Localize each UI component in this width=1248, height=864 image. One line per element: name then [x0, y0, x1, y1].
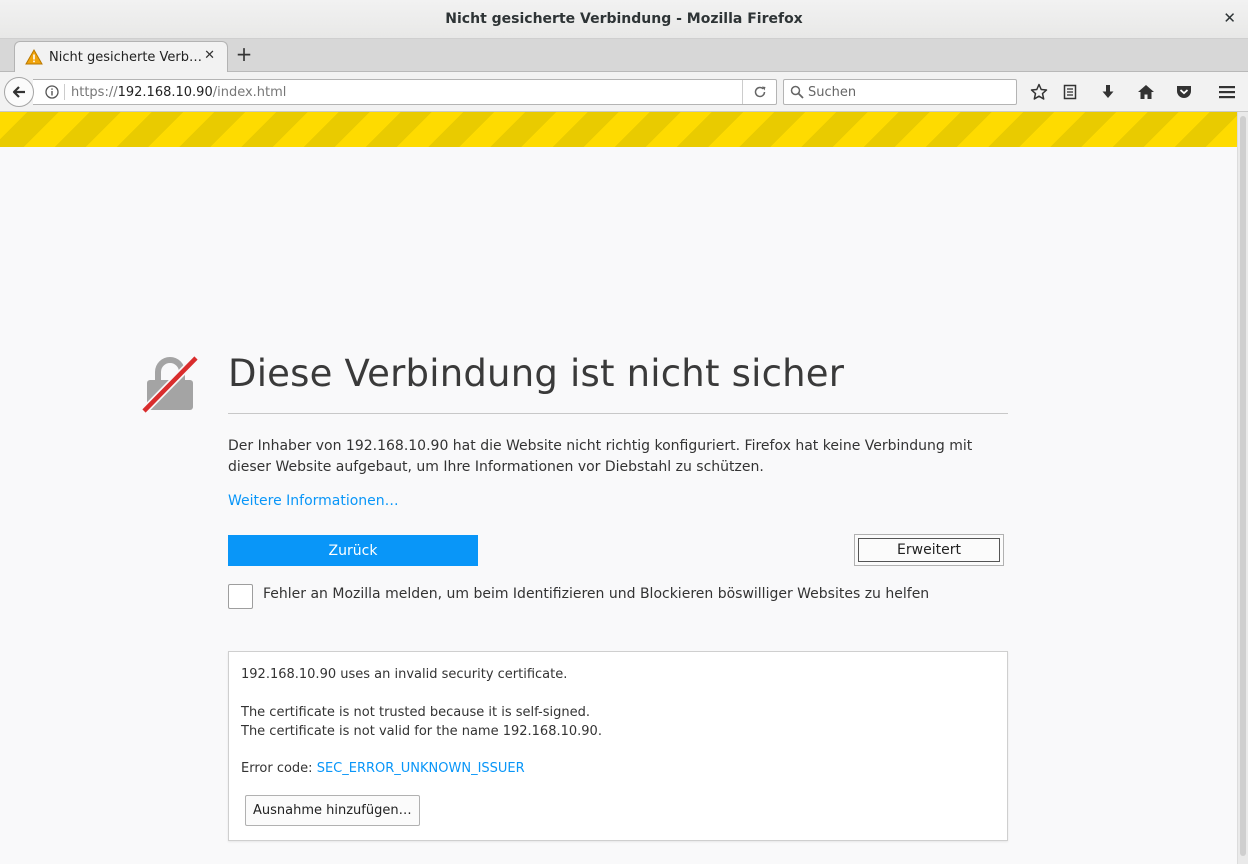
- url-bar[interactable]: https://192.168.10.90/index.html: [33, 79, 777, 105]
- window-titlebar: Nicht gesicherte Verbindung - Mozilla Fi…: [0, 0, 1248, 39]
- details-line-invalid-cert: 192.168.10.90 uses an invalid security c…: [241, 667, 568, 682]
- advanced-details-panel: 192.168.10.90 uses an invalid security c…: [228, 651, 1008, 841]
- report-error-label[interactable]: Fehler an Mozilla melden, um beim Identi…: [263, 586, 929, 602]
- page-scrollbar[interactable]: [1237, 112, 1248, 864]
- error-description: Der Inhaber von 192.168.10.90 hat die We…: [228, 438, 973, 475]
- go-back-button[interactable]: Zurück: [228, 535, 478, 566]
- tab-strip: Nicht gesicherte Verb… ✕ +: [0, 39, 1248, 72]
- navigation-bar: https://192.168.10.90/index.html: [0, 72, 1248, 112]
- advanced-button[interactable]: Erweitert: [854, 534, 1004, 566]
- menu-icon[interactable]: [1217, 82, 1237, 102]
- title-divider: [228, 413, 1008, 414]
- reload-icon[interactable]: [742, 80, 776, 104]
- window-title: Nicht gesicherte Verbindung - Mozilla Fi…: [445, 11, 803, 27]
- advanced-button-label: Erweitert: [858, 538, 1000, 562]
- search-icon: [790, 85, 804, 99]
- warning-icon: [25, 49, 43, 65]
- reading-list-icon[interactable]: [1060, 82, 1080, 102]
- tab-label: Nicht gesicherte Verb…: [49, 49, 203, 65]
- new-tab-button[interactable]: +: [234, 44, 254, 64]
- home-icon[interactable]: [1136, 82, 1156, 102]
- pocket-icon[interactable]: [1174, 82, 1194, 102]
- back-icon: [12, 86, 25, 98]
- bookmark-star-icon[interactable]: [1029, 82, 1049, 102]
- more-info-link[interactable]: Weitere Informationen…: [228, 493, 399, 509]
- error-code-link[interactable]: SEC_ERROR_UNKNOWN_ISSUER: [317, 761, 525, 776]
- broken-lock-icon: [141, 355, 199, 414]
- add-exception-button[interactable]: Ausnahme hinzufügen…: [245, 795, 420, 826]
- search-bar[interactable]: [783, 79, 1017, 105]
- download-icon[interactable]: [1098, 82, 1118, 102]
- info-icon[interactable]: [43, 84, 65, 100]
- back-button[interactable]: [4, 77, 34, 107]
- scrollbar-thumb[interactable]: [1240, 116, 1246, 856]
- details-error-code: Error code: SEC_ERROR_UNKNOWN_ISSUER: [241, 761, 525, 776]
- warning-stripe: [0, 112, 1237, 147]
- tab-insecure-connection[interactable]: Nicht gesicherte Verb… ✕: [14, 41, 228, 72]
- details-line-self-signed: The certificate is not trusted because i…: [241, 705, 590, 720]
- search-input[interactable]: [808, 84, 1008, 100]
- tab-close-button[interactable]: ✕: [204, 48, 215, 63]
- window-close-button[interactable]: ✕: [1223, 9, 1236, 27]
- details-line-name-mismatch: The certificate is not valid for the nam…: [241, 724, 602, 739]
- url-text: https://192.168.10.90/index.html: [71, 84, 287, 100]
- report-error-checkbox[interactable]: [228, 584, 253, 609]
- page-title: Diese Verbindung ist nicht sicher: [228, 352, 845, 395]
